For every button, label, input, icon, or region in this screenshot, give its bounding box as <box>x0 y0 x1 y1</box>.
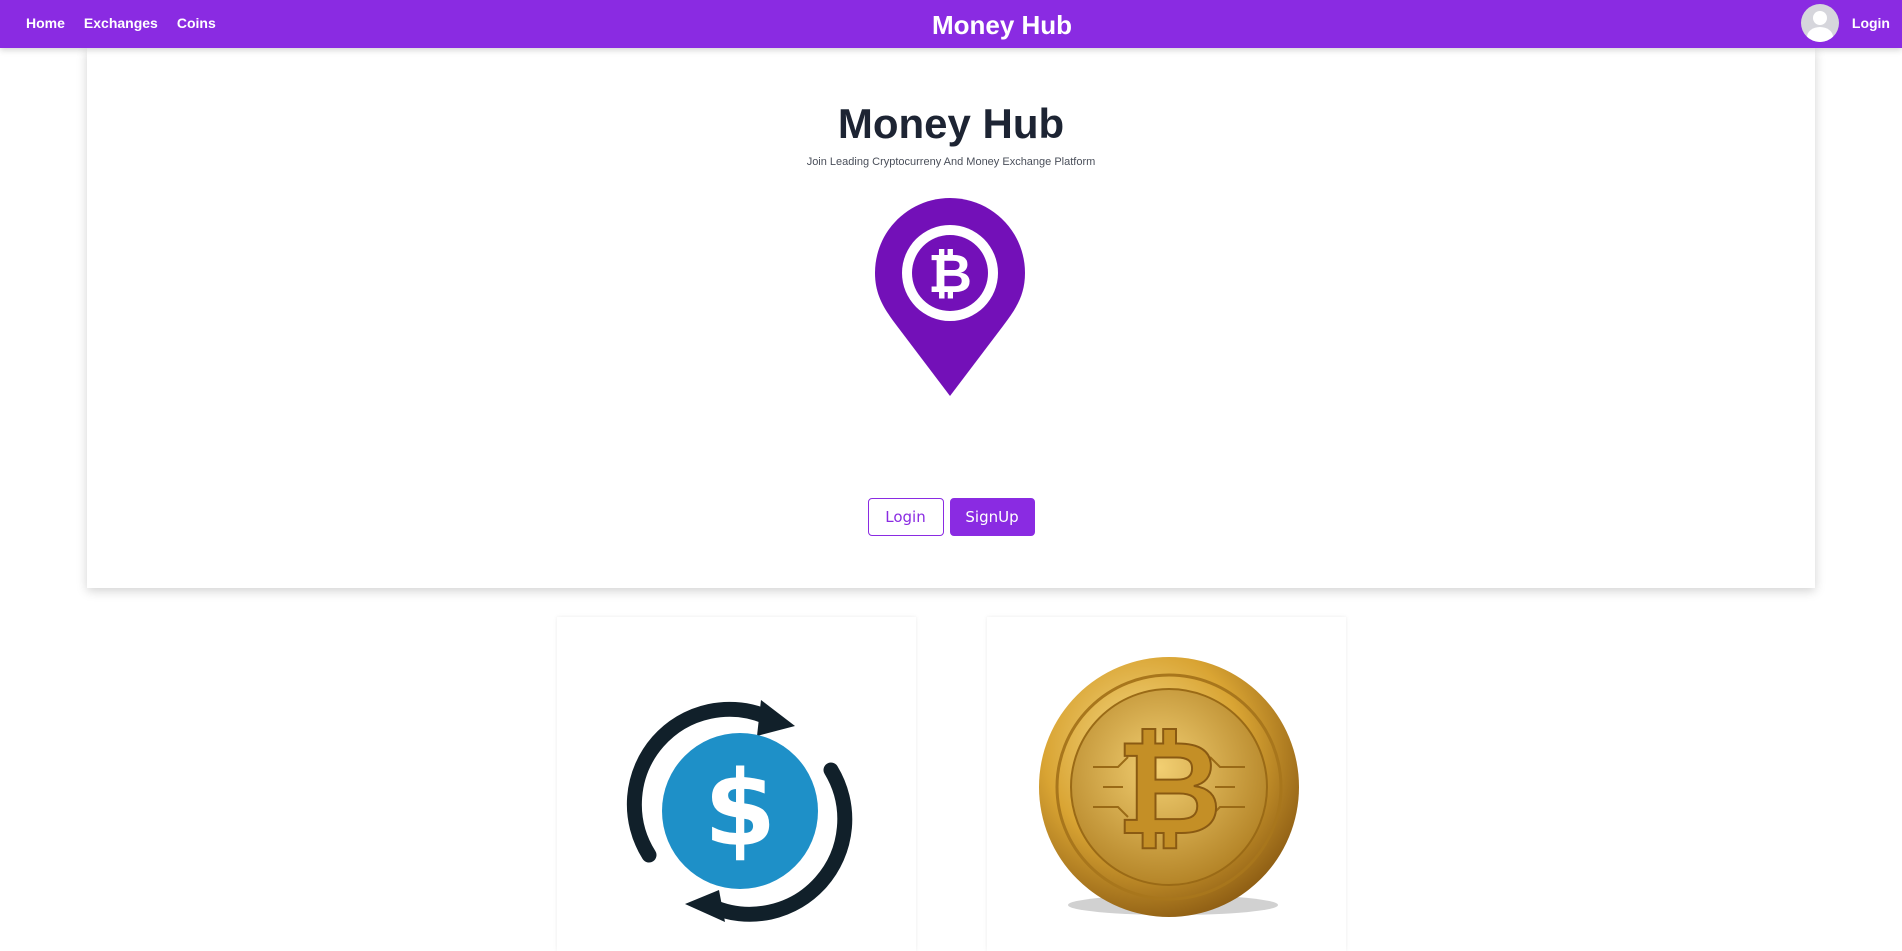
user-avatar-icon[interactable] <box>1800 4 1839 42</box>
auth-button-row: Login SignUp <box>87 498 1815 536</box>
svg-text:₿: ₿ <box>928 242 972 305</box>
nav-login-link[interactable]: Login <box>1852 15 1890 31</box>
hero-card: Money Hub Join Leading Cryptocurreny And… <box>87 48 1815 588</box>
dollar-exchange-icon: $ <box>626 700 853 922</box>
signup-button[interactable]: SignUp <box>949 498 1035 536</box>
top-navbar: Home Exchanges Coins Money Hub Login <box>0 0 1902 48</box>
hero-title: Money Hub <box>837 100 1065 147</box>
svg-text:$: $ <box>704 748 776 870</box>
navbar-brand[interactable]: Money Hub <box>0 0 1902 50</box>
bitcoin-location-pin-icon: ₿ <box>875 198 1025 396</box>
svg-text:₿: ₿ <box>1116 712 1222 864</box>
nav-user-area: Login <box>1800 0 1890 46</box>
hero-subtitle: Join Leading Cryptocurreny And Money Exc… <box>806 156 1096 168</box>
feature-card-coin[interactable]: ₿ <box>987 617 1346 951</box>
login-button[interactable]: Login <box>867 498 944 536</box>
feature-card-exchange[interactable]: $ <box>557 617 916 951</box>
bitcoin-coin-icon: ₿ <box>1039 657 1299 917</box>
